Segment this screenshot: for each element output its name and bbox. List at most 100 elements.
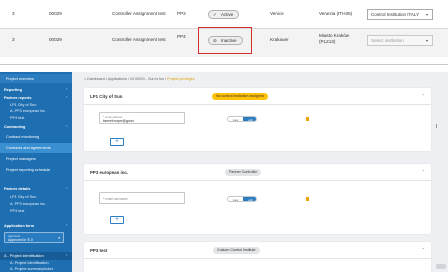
sidebar-item-contract-monitoring[interactable]: Contract monitoring	[0, 132, 72, 142]
sidebar-item-label: Project overview	[6, 76, 34, 81]
sidebar-item-label: LP1 City of Sun	[10, 102, 37, 107]
sidebar-item-project-overview[interactable]: Project overview	[0, 74, 72, 83]
view-edit-toggle[interactable]: view edit	[227, 116, 257, 122]
version-select[interactable]: Approved Approved in 'E.0 ▾	[4, 232, 64, 243]
sidebar-item-contracts[interactable]: Contracts and agreements	[0, 143, 72, 153]
scroll-handle[interactable]	[436, 264, 446, 269]
sidebar-item-label: LP1 City of Sun	[10, 194, 37, 199]
partner-card-pp3-test: PP3 test Custom Control Institute ⌃	[84, 242, 431, 272]
partner-card-lp1: LP1 City of Sun No control institution a…	[84, 88, 431, 151]
institution-select-value: Control Institution ITALY	[371, 12, 420, 17]
sidebar-item-pp3[interactable]: A. PP3 european inc.	[0, 200, 72, 207]
view-edit-toggle[interactable]: view edit	[227, 196, 257, 202]
chevron-up-icon: ⌃	[65, 125, 68, 129]
sidebar-item-reporting-schedule[interactable]: Project reporting schedule	[0, 165, 72, 175]
email-field[interactable]: * email address tamethorpe@gswi	[99, 112, 185, 124]
sidebar-item-label: Application form	[4, 224, 35, 228]
status-badge: No control institution assigned	[212, 93, 268, 100]
trash-icon[interactable]	[306, 117, 309, 121]
status-label: Active	[221, 12, 234, 17]
sidebar-item-label: Partner reports	[4, 95, 32, 100]
partner-code: PP3	[177, 11, 186, 16]
card-title: PP3 european inc.	[90, 170, 129, 175]
table-row: 3 00029 Controller Assignment test PP3 ✓…	[0, 0, 448, 29]
add-user-button[interactable]: +	[110, 216, 124, 224]
project-code: 00029	[49, 11, 62, 16]
sidebar-item-reporting[interactable]: Reporting ⌃	[0, 86, 72, 94]
sidebar-item-application-form[interactable]: Application form ⌃	[0, 222, 72, 230]
check-icon: ✓	[213, 12, 217, 17]
sidebar-item-label: A - Project identification	[4, 254, 44, 258]
version-select-value: Approved in 'E.0	[8, 238, 33, 242]
sidebar-item-pp4[interactable]: PP4 test	[0, 207, 72, 214]
sidebar-item-label: A. PP3 european inc.	[10, 109, 46, 113]
sidebar-item-lp1[interactable]: LP1 City of Sun	[0, 101, 72, 108]
institution-select[interactable]: Control Institution ITALY ▾	[367, 9, 433, 20]
main-content: ⌂ Dashboard / Applications / 04 00031 - …	[72, 72, 448, 272]
chevron-up-icon[interactable]: ⌃	[422, 93, 425, 98]
sidebar-item-label: A. PP3 european inc.	[10, 201, 46, 206]
project-type: Controller Assignment test	[112, 37, 166, 42]
chevron-up-icon[interactable]: ⌃	[422, 169, 425, 174]
breadcrumb-item[interactable]: 04 00031 - Sun is fun	[130, 77, 164, 81]
chevron-up-icon: ⌃	[65, 88, 68, 92]
field-value: tamethorpe@gswi	[103, 118, 134, 123]
row-number: 3	[12, 11, 15, 16]
sidebar-item-partner-details[interactable]: Partner details ⌃	[0, 185, 72, 193]
view-option[interactable]: view	[228, 117, 243, 121]
status-badge: Partner Controller	[225, 169, 262, 176]
sidebar-item-a2[interactable]: A. Project summary/index	[0, 266, 72, 272]
field-placeholder: * email username	[103, 197, 128, 201]
region: Miasto Kraków (PL213)	[319, 33, 350, 44]
trash-icon[interactable]	[306, 197, 309, 201]
sidebar-item-pp4[interactable]: PP4 test	[0, 114, 72, 121]
partner-code: PP4	[177, 34, 186, 39]
sidebar-item-label: Contract monitoring	[6, 135, 40, 139]
divider	[84, 180, 431, 181]
sidebar-item-label: A. Project identification	[10, 261, 49, 265]
sidebar-item-label: Partner details	[4, 187, 31, 191]
add-user-button[interactable]: +	[110, 138, 124, 146]
sidebar-item-lp1[interactable]: LP1 City of Sun	[0, 193, 72, 200]
breadcrumb-item[interactable]: Applications	[108, 77, 127, 81]
card-title: LP1 City of Sun	[90, 94, 123, 99]
sidebar-item-label: PP4 test	[10, 115, 25, 120]
sidebar-item-label: Contracting	[4, 125, 26, 129]
sidebar-item-label: Contracts and agreements	[6, 146, 51, 150]
project-code: 00029	[49, 37, 62, 42]
view-option[interactable]: view	[228, 197, 243, 201]
city: Venice	[270, 11, 284, 16]
chevron-up-icon[interactable]: ⌃	[422, 247, 425, 252]
sidebar-item-label: PP4 test	[10, 208, 25, 213]
chevron-down-icon: ▾	[425, 12, 428, 17]
sidebar-item-project-managers[interactable]: Project managers	[0, 154, 72, 164]
chevron-down-icon: ▾	[58, 236, 60, 240]
breadcrumb-item[interactable]: Dashboard	[87, 77, 105, 81]
card-title: PP3 test	[90, 248, 108, 253]
sidebar-item-label: Reporting	[4, 88, 22, 92]
edit-option[interactable]: edit	[243, 117, 256, 121]
divider	[84, 104, 431, 105]
sidebar-item-project-identification[interactable]: A - Project identification ⌃	[0, 252, 72, 260]
status-badge-active: ✓ Active	[208, 10, 240, 19]
sidebar-item-label: Project reporting schedule	[6, 168, 51, 172]
chevron-down-icon: ▾	[425, 38, 428, 43]
sidebar-item-partner-reports[interactable]: Partner reports ⌃	[0, 94, 72, 101]
institution-select[interactable]: Select institution ▾	[367, 35, 433, 46]
row-number: 3	[12, 37, 15, 42]
breadcrumb: ⌂ Dashboard / Applications / 04 00031 - …	[84, 77, 195, 81]
edit-option[interactable]: edit	[243, 197, 256, 201]
home-icon[interactable]: ⌂	[84, 77, 86, 81]
sidebar-item-contracting[interactable]: Contracting ⌃	[0, 123, 72, 131]
chevron-up-icon: ⌃	[65, 187, 68, 191]
chevron-up-icon: ⌃	[65, 224, 68, 228]
divider	[84, 258, 431, 259]
region: Venezia (ITH35)	[319, 11, 353, 16]
project-type: Controller Assignment test	[112, 11, 166, 16]
institution-select-placeholder: Select institution	[371, 38, 404, 43]
chevron-up-icon: ⌃	[65, 254, 68, 258]
status-badge: Custom Control Institute	[213, 247, 260, 254]
email-field[interactable]: * email username	[99, 192, 185, 204]
text-cursor-icon: I	[436, 124, 438, 130]
chevron-up-icon: ⌃	[65, 95, 68, 100]
